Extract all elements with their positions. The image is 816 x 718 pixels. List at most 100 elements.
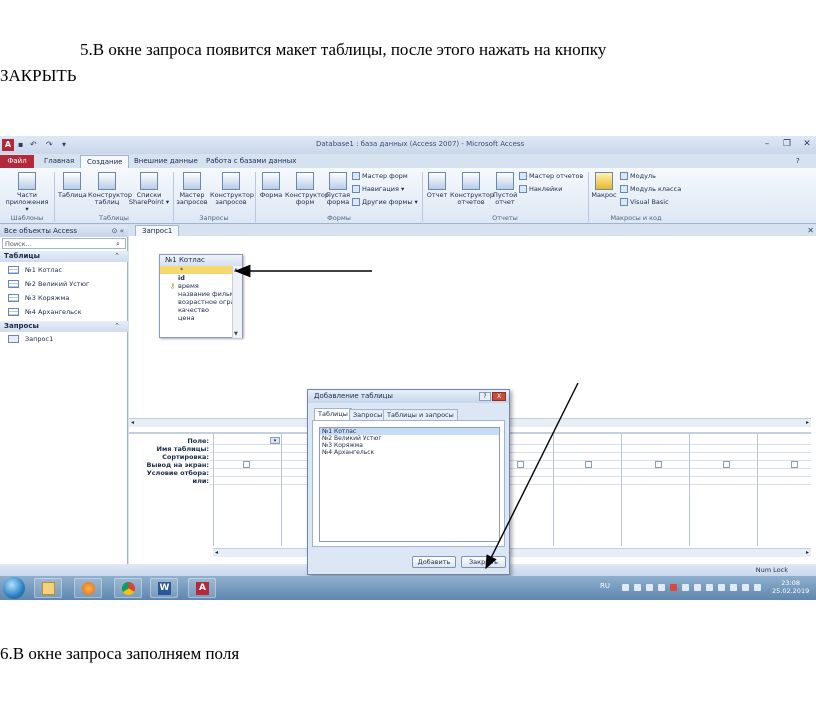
start-button[interactable] bbox=[3, 577, 25, 599]
scroll-right-icon[interactable]: ▸ bbox=[806, 549, 809, 556]
nav-menu-icon[interactable]: ⊙ bbox=[112, 227, 118, 235]
table-button[interactable]: Таблица bbox=[58, 172, 87, 199]
table-list[interactable]: №1 Котлас №2 Великий Устюг №3 Коряжма №4… bbox=[319, 427, 500, 542]
grid-column[interactable] bbox=[621, 434, 689, 546]
table-list-item[interactable]: №1 Котлас bbox=[320, 428, 499, 435]
table-list-item[interactable]: №2 Великий Устюг bbox=[320, 435, 499, 442]
dialog-close-icon[interactable]: X bbox=[492, 392, 506, 401]
field-list-title[interactable]: №1 Котлас bbox=[160, 255, 242, 266]
table-design-button[interactable]: Конструктор таблиц bbox=[88, 172, 132, 206]
taskbar-media-player[interactable] bbox=[74, 578, 102, 598]
show-checkbox[interactable] bbox=[585, 461, 592, 468]
tray-icon[interactable] bbox=[694, 584, 701, 591]
query-wizard-button[interactable]: Мастер запросов bbox=[176, 172, 208, 206]
navigation-button[interactable]: Навигация ▾ bbox=[352, 185, 404, 193]
dialog-tab-tables[interactable]: Таблицы bbox=[314, 408, 352, 420]
report-wizard-button[interactable]: Мастер отчетов bbox=[519, 172, 583, 180]
field-list-box[interactable]: №1 Котлас * id время название фильма воз… bbox=[159, 254, 243, 338]
tab-database-tools[interactable]: Работа с базами данных bbox=[200, 155, 302, 168]
field-item[interactable]: качество bbox=[160, 306, 232, 314]
sharepoint-lists-button[interactable]: Списки SharePoint ▾ bbox=[128, 172, 170, 206]
blank-report-button[interactable]: Пустой отчет bbox=[493, 172, 517, 206]
language-indicator[interactable]: RU bbox=[600, 582, 610, 590]
nav-item-query-1[interactable]: Запрос1 bbox=[8, 335, 53, 344]
close-icon[interactable]: ✕ bbox=[800, 139, 814, 150]
field-item[interactable]: название фильма bbox=[160, 290, 232, 298]
tab-query1[interactable]: Запрос1 bbox=[135, 225, 179, 236]
show-checkbox[interactable] bbox=[791, 461, 798, 468]
nav-category-tables[interactable]: Таблицы ⌃ bbox=[0, 251, 128, 262]
dialog-help-button[interactable]: ? bbox=[479, 392, 491, 401]
tray-icon[interactable] bbox=[670, 584, 677, 591]
grid-column[interactable] bbox=[213, 434, 281, 546]
macro-button[interactable]: Макрос bbox=[591, 172, 617, 199]
save-icon[interactable]: ▪ bbox=[18, 140, 27, 149]
collapse-pane-icon[interactable]: « bbox=[120, 227, 124, 235]
scroll-down-icon[interactable]: ▼ bbox=[234, 331, 238, 337]
query-design-button[interactable]: Конструктор запросов bbox=[210, 172, 254, 206]
undo-icon[interactable]: ↶ bbox=[30, 140, 39, 149]
close-button[interactable]: Закрыть bbox=[461, 556, 506, 568]
tray-icon[interactable] bbox=[754, 584, 761, 591]
form-wizard-button[interactable]: Мастер форм bbox=[352, 172, 408, 180]
taskbar-access[interactable]: A bbox=[188, 578, 216, 598]
field-item-all[interactable]: * bbox=[160, 266, 232, 274]
tab-file[interactable]: Файл bbox=[0, 155, 34, 168]
scroll-left-icon[interactable]: ◂ bbox=[131, 419, 134, 426]
show-checkbox[interactable] bbox=[243, 461, 250, 468]
grid-column[interactable] bbox=[757, 434, 816, 546]
search-icon[interactable]: ⌕ bbox=[116, 239, 125, 249]
field-item-id[interactable]: id bbox=[160, 274, 232, 282]
nav-item-table-1[interactable]: №1 Котлас bbox=[8, 266, 62, 275]
app-parts-button[interactable]: Части приложения ▾ bbox=[4, 172, 50, 213]
show-checkbox[interactable] bbox=[517, 461, 524, 468]
scroll-up-icon[interactable]: ▲ bbox=[234, 267, 238, 273]
dialog-tab-queries[interactable]: Запросы bbox=[349, 409, 387, 420]
add-button[interactable]: Добавить bbox=[412, 556, 456, 568]
tray-icon[interactable] bbox=[646, 584, 653, 591]
field-item[interactable]: возрастное ограничение bbox=[160, 298, 232, 306]
tray-icon[interactable] bbox=[682, 584, 689, 591]
show-checkbox[interactable] bbox=[723, 461, 730, 468]
dialog-tab-tables-and-queries[interactable]: Таблицы и запросы bbox=[383, 409, 458, 420]
table-list-item[interactable]: №4 Архангельск bbox=[320, 449, 499, 456]
customize-icon[interactable]: ▾ bbox=[62, 140, 71, 149]
tab-home[interactable]: Главная bbox=[38, 155, 80, 168]
blank-form-button[interactable]: Пустая форма bbox=[326, 172, 350, 206]
grid-horizontal-scrollbar[interactable]: ◂ ▸ bbox=[213, 548, 811, 557]
labels-button[interactable]: Наклейки bbox=[519, 185, 562, 193]
field-list-scrollbar[interactable]: ▲ ▼ bbox=[232, 266, 242, 338]
form-button[interactable]: Форма bbox=[258, 172, 284, 199]
tray-icon[interactable] bbox=[718, 584, 725, 591]
tray-icon[interactable] bbox=[730, 584, 737, 591]
nav-item-table-4[interactable]: №4 Архангельск bbox=[8, 308, 82, 317]
report-button[interactable]: Отчет bbox=[425, 172, 449, 199]
help-icon[interactable]: ? bbox=[796, 155, 800, 168]
class-module-button[interactable]: Модуль класса bbox=[620, 185, 681, 193]
close-document-icon[interactable]: ✕ bbox=[807, 225, 814, 236]
show-checkbox[interactable] bbox=[655, 461, 662, 468]
tray-icon[interactable] bbox=[622, 584, 629, 591]
tab-external-data[interactable]: Внешние данные bbox=[128, 155, 204, 168]
taskbar-chrome[interactable] bbox=[114, 578, 142, 598]
tray-icon[interactable] bbox=[742, 584, 749, 591]
table-list-item[interactable]: №3 Коряжма bbox=[320, 442, 499, 449]
tray-icon[interactable] bbox=[634, 584, 641, 591]
redo-icon[interactable]: ↷ bbox=[46, 140, 55, 149]
clock[interactable]: 23:08 25.02.2019 bbox=[772, 579, 809, 595]
minimize-icon[interactable]: – bbox=[760, 139, 774, 150]
field-dropdown-icon[interactable]: ▾ bbox=[270, 437, 280, 444]
nav-item-table-2[interactable]: №2 Великий Устюг bbox=[8, 280, 89, 289]
scroll-right-icon[interactable]: ▸ bbox=[806, 419, 809, 426]
nav-search-input[interactable]: Поиск... bbox=[2, 238, 126, 249]
nav-item-table-3[interactable]: №3 Коряжма bbox=[8, 294, 69, 303]
taskbar-explorer[interactable] bbox=[34, 578, 62, 598]
tab-create[interactable]: Создание bbox=[80, 155, 130, 168]
visual-basic-button[interactable]: Visual Basic bbox=[620, 198, 669, 206]
more-forms-button[interactable]: Другие формы ▾ bbox=[352, 198, 418, 206]
grid-column[interactable] bbox=[553, 434, 621, 546]
tray-icon[interactable] bbox=[658, 584, 665, 591]
taskbar-word[interactable]: W bbox=[150, 578, 178, 598]
field-item[interactable]: цена bbox=[160, 314, 232, 322]
nav-pane-header[interactable]: Все объекты Access ⊙ « bbox=[0, 225, 128, 237]
